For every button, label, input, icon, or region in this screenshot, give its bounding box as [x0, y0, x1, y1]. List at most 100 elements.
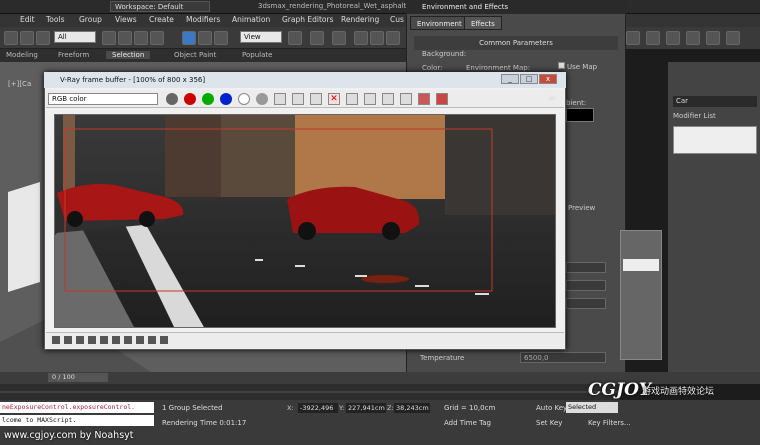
reference-coord-system[interactable]: View: [240, 31, 282, 43]
load-icon[interactable]: [292, 93, 304, 105]
common-parameters-rollout[interactable]: Common Parameters: [414, 36, 618, 50]
menu-edit[interactable]: Edit: [20, 15, 35, 24]
alpha-channel-icon[interactable]: [238, 93, 250, 105]
mono-icon[interactable]: [256, 93, 268, 105]
tab-environment[interactable]: Environment: [410, 16, 469, 30]
exposure-icon[interactable]: [112, 336, 120, 344]
tab-object-paint[interactable]: Object Paint: [174, 51, 216, 59]
select-icon[interactable]: [102, 31, 116, 45]
teapot-icon[interactable]: ☕: [546, 93, 558, 105]
save-icon[interactable]: [274, 93, 286, 105]
link-to-render-icon[interactable]: [400, 93, 412, 105]
object-name-field[interactable]: Car: [673, 96, 757, 107]
duplicate-icon[interactable]: [310, 93, 322, 105]
render-icon[interactable]: [686, 31, 700, 45]
subdialog-field[interactable]: [623, 259, 659, 271]
maxscript-listener-input[interactable]: lcome to MAXScript.: [0, 415, 154, 426]
red-channel-icon[interactable]: [184, 93, 196, 105]
close-button[interactable]: x: [539, 74, 557, 84]
menu-graph-editors[interactable]: Graph Editors: [282, 15, 334, 24]
clear-icon[interactable]: ✕: [328, 93, 340, 105]
auto-key-button[interactable]: Auto Key: [536, 404, 567, 412]
lens-icon[interactable]: [160, 336, 168, 344]
tab-effects[interactable]: Effects: [464, 16, 502, 30]
pixel-info-icon[interactable]: [88, 336, 96, 344]
minimize-button[interactable]: _: [501, 74, 519, 84]
selection-filter[interactable]: All: [54, 31, 96, 43]
select-by-name-icon[interactable]: [118, 31, 132, 45]
rect-select-icon[interactable]: [134, 31, 148, 45]
levels-icon[interactable]: [64, 336, 72, 344]
track-bar[interactable]: [0, 384, 620, 400]
checkbox-icon[interactable]: [558, 62, 565, 69]
spinner-field[interactable]: [566, 262, 606, 273]
workspace-selector[interactable]: Workspace: Default: [110, 1, 210, 12]
temperature-field[interactable]: 6500,0: [520, 352, 606, 363]
pivot-icon[interactable]: [288, 31, 302, 45]
z-coordinate-field[interactable]: 38,243cm: [394, 403, 430, 413]
modifier-list-dropdown[interactable]: Modifier List: [673, 112, 716, 120]
undo-icon[interactable]: [4, 31, 18, 45]
lens-effects-icon[interactable]: [436, 93, 448, 105]
color-corrections-icon[interactable]: [52, 336, 60, 344]
menu-rendering[interactable]: Rendering: [341, 15, 379, 24]
region-render-icon[interactable]: [364, 93, 376, 105]
scale-icon[interactable]: [214, 31, 228, 45]
lut-icon[interactable]: [136, 336, 144, 344]
y-coordinate-field[interactable]: 227,941cm: [346, 403, 386, 413]
spinner-field[interactable]: [566, 280, 606, 291]
rendered-image[interactable]: [54, 114, 556, 328]
white-balance-icon[interactable]: [124, 336, 132, 344]
x-coordinate-field[interactable]: -3922,496: [298, 403, 338, 413]
menu-tools[interactable]: Tools: [46, 15, 64, 24]
move-icon[interactable]: [182, 31, 196, 45]
menu-animation[interactable]: Animation: [232, 15, 270, 24]
angle-snap-icon[interactable]: [370, 31, 384, 45]
window-crossing-icon[interactable]: [150, 31, 164, 45]
use-map-checkbox[interactable]: Use Map: [558, 62, 597, 71]
key-filters-button[interactable]: Key Filters...: [588, 419, 631, 427]
menu-modifiers[interactable]: Modifiers: [186, 15, 220, 24]
tab-populate[interactable]: Populate: [242, 51, 272, 59]
add-time-tag-button[interactable]: Add Time Tag: [444, 419, 491, 427]
menu-create[interactable]: Create: [149, 15, 174, 24]
history-icon[interactable]: [418, 93, 430, 105]
material-editor-icon[interactable]: [626, 31, 640, 45]
color-mode-icon[interactable]: [166, 93, 178, 105]
tab-freeform[interactable]: Freeform: [58, 51, 89, 59]
menu-views[interactable]: Views: [115, 15, 137, 24]
render-iterative-icon[interactable]: [706, 31, 720, 45]
set-key-button[interactable]: Set Key: [536, 419, 562, 427]
curve-icon[interactable]: [100, 336, 108, 344]
rotate-icon[interactable]: [198, 31, 212, 45]
blue-channel-icon[interactable]: [220, 93, 232, 105]
render-icon[interactable]: [382, 93, 394, 105]
history-icon[interactable]: [148, 336, 156, 344]
rendered-frame-icon[interactable]: [666, 31, 680, 45]
track-mouse-icon[interactable]: [346, 93, 358, 105]
ambient-color-swatch[interactable]: [566, 108, 594, 122]
menu-customize[interactable]: Cus: [390, 15, 404, 24]
render-setup-icon[interactable]: [646, 31, 660, 45]
channel-dropdown[interactable]: RGB color: [48, 93, 158, 105]
tab-modeling[interactable]: Modeling: [6, 51, 38, 59]
percent-snap-icon[interactable]: [386, 31, 400, 45]
maximize-button[interactable]: □: [520, 74, 538, 84]
link-icon[interactable]: [36, 31, 50, 45]
menu-group[interactable]: Group: [79, 15, 102, 24]
tab-selection[interactable]: Selection: [106, 51, 151, 59]
redo-icon[interactable]: [20, 31, 34, 45]
modifier-stack[interactable]: [673, 126, 757, 154]
select-manipulate-icon[interactable]: [310, 31, 324, 45]
spinner-field[interactable]: [566, 298, 606, 309]
snap-icon[interactable]: [354, 31, 368, 45]
maxscript-listener-output[interactable]: neExposureControl.exposureControl.: [0, 402, 154, 413]
frame-counter[interactable]: 0 / 100: [48, 373, 108, 382]
key-set-dropdown[interactable]: Selected: [566, 402, 618, 413]
keyboard-shortcut-icon[interactable]: [332, 31, 346, 45]
green-channel-icon[interactable]: [202, 93, 214, 105]
info-icon[interactable]: [76, 336, 84, 344]
preview-button[interactable]: Preview: [568, 204, 595, 212]
teapot-icon[interactable]: [726, 31, 740, 45]
viewport-label[interactable]: [+][Ca: [8, 80, 31, 88]
